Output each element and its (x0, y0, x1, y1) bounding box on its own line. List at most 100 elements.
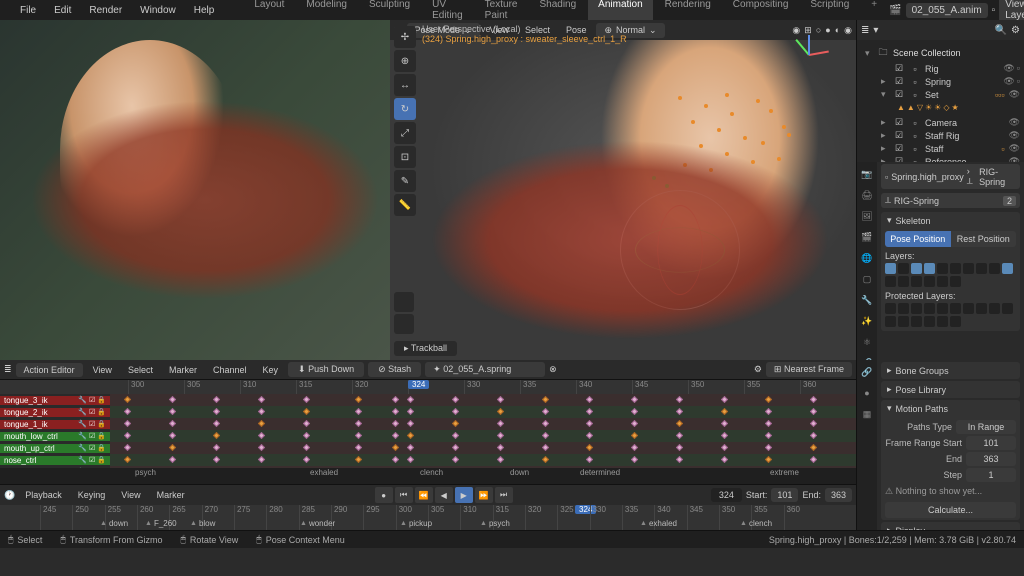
play-rev-button[interactable]: ◀ (435, 487, 453, 503)
outliner-rig[interactable]: ☑▫Rig👁▫ (861, 62, 1020, 75)
outliner-search-icon[interactable]: 🔍 (995, 25, 1007, 36)
eye-icon[interactable]: 👁 (1003, 63, 1014, 74)
menu-window[interactable]: Window (132, 2, 184, 19)
tool-select[interactable]: ✢ (394, 26, 416, 48)
prop-tab-particle[interactable]: ✨ (857, 311, 877, 331)
tool-move[interactable]: ↔ (394, 74, 416, 96)
dope-marker-menu[interactable]: Marker (163, 363, 203, 377)
action-editor-mode[interactable]: Action Editor (16, 363, 83, 377)
channel-row[interactable]: mouth_low_ctrl🔧☑🔒 (0, 430, 856, 442)
channel-row[interactable]: nose_ctrl🔧☑🔒 (0, 454, 856, 466)
outliner-scene-collection[interactable]: ▾🗀Scene Collection (861, 44, 1020, 62)
prop-tab-material[interactable]: ● (857, 383, 877, 403)
channel-row[interactable]: tongue_2_ik🔧☑🔒 (0, 406, 856, 418)
prop-tab-texture[interactable]: ▦ (857, 404, 877, 424)
viewport-3d[interactable]: ▦ Pose Mode ⌄ View Select Pose ⊕ Normal … (390, 20, 856, 360)
current-frame-field[interactable]: 324 (711, 488, 742, 502)
paths-type-field[interactable]: In Range (956, 420, 1016, 434)
jump-start-button[interactable]: ⏮ (395, 487, 413, 503)
tool-measure[interactable]: 📏 (394, 194, 416, 216)
prop-datablock[interactable]: ⟂ RIG-Spring2 (881, 193, 1020, 208)
eye-icon[interactable]: 👁 (1009, 117, 1020, 128)
scene-selector[interactable]: 02_055_A.anim (906, 3, 988, 18)
prop-tab-modifier[interactable]: 🔧 (857, 290, 877, 310)
shading-render-icon[interactable]: ◉ (844, 25, 852, 36)
dope-ruler[interactable]: 300305 310315 320325 330335 340345 35035… (0, 380, 856, 394)
dope-key-menu[interactable]: Key (257, 363, 285, 377)
dope-select-menu[interactable]: Select (122, 363, 159, 377)
stash-button[interactable]: ⊘ Stash (368, 362, 421, 377)
eye-icon[interactable]: 👁 (1009, 130, 1020, 141)
fake-user-icon[interactable]: ⊗ (549, 364, 557, 375)
outliner-staffrig[interactable]: ▸☑▫Staff Rig👁 (861, 129, 1020, 142)
tool-transform[interactable]: ⊡ (394, 146, 416, 168)
outliner-camera[interactable]: ▸☑▫Camera👁 (861, 116, 1020, 129)
channel-row[interactable]: tongue_1_ik🔧☑🔒 (0, 418, 856, 430)
prev-key-button[interactable]: ⏪ (415, 487, 433, 503)
tl-keying-menu[interactable]: Keying (72, 488, 112, 502)
outliner-type-icon[interactable]: ≣ (861, 25, 869, 36)
rotation-manipulator[interactable] (620, 190, 740, 310)
panel-pose-library[interactable]: ▸ Pose Library (881, 381, 1020, 398)
next-key-button[interactable]: ⏩ (475, 487, 493, 503)
tool-extra-1[interactable] (394, 292, 414, 312)
armature-layers[interactable] (885, 261, 1016, 289)
channel-row[interactable]: mouth_up_ctrl🔧☑🔒 (0, 442, 856, 454)
panel-skeleton[interactable]: ▾ Skeleton (881, 212, 1020, 229)
push-down-button[interactable]: ⬇ Push Down (288, 362, 364, 377)
tl-playback-menu[interactable]: Playback (19, 488, 68, 502)
snap-selector[interactable]: ⊞ Nearest Frame (766, 362, 852, 377)
tl-marker-menu[interactable]: Marker (151, 488, 191, 502)
panel-bone-groups[interactable]: ▸ Bone Groups (881, 362, 1020, 379)
render-icon[interactable]: ▫ (1017, 76, 1020, 87)
menu-edit[interactable]: Edit (46, 2, 79, 19)
tool-annotate[interactable]: ✎ (394, 170, 416, 192)
prop-tab-object[interactable]: ▢ (857, 269, 877, 289)
eye-icon[interactable]: 👁 (1003, 76, 1014, 87)
render-icon[interactable]: ▫ (1017, 63, 1020, 74)
outliner-spring[interactable]: ▸☑▫Spring👁▫ (861, 75, 1020, 88)
autokey-button[interactable]: ● (375, 487, 393, 503)
prop-breadcrumb[interactable]: ▫ Spring.high_proxy › ⟂ RIG-Spring (881, 164, 1020, 189)
frame-end-field[interactable]: 363 (966, 452, 1016, 466)
outliner-staff[interactable]: ▸☑▫Staff▫👁 (861, 142, 1020, 155)
tool-extra-2[interactable] (394, 314, 414, 334)
dope-view-menu[interactable]: View (87, 363, 118, 377)
prop-tab-output[interactable]: 🖨 (857, 185, 877, 205)
step-field[interactable]: 1 (966, 468, 1016, 482)
panel-motion-paths[interactable]: ▾ Motion Paths (881, 400, 1020, 417)
outliner-set[interactable]: ▾☑▫Set▫▫▫👁 (861, 88, 1020, 101)
panel-display[interactable]: ▸ Display (881, 522, 1020, 530)
end-frame-field[interactable]: 363 (825, 488, 852, 502)
tool-cursor[interactable]: ⊕ (394, 50, 416, 72)
eye-icon[interactable]: 👁 (1009, 143, 1020, 154)
outliner-filter-icon[interactable]: ▾ (873, 25, 878, 36)
frame-start-field[interactable]: 101 (966, 436, 1016, 450)
jump-end-button[interactable]: ⏭ (495, 487, 513, 503)
channel-row[interactable]: tongue_3_ik🔧☑🔒 (0, 394, 856, 406)
protected-layers[interactable] (885, 301, 1016, 329)
timeline-ruler[interactable]: 324 245250255260265270275280285290295300… (0, 505, 856, 530)
prop-tab-bone-constraint[interactable]: 🔗 (857, 362, 877, 382)
shading-matcap-icon[interactable]: ◐ (835, 25, 840, 35)
menu-render[interactable]: Render (81, 2, 130, 19)
prop-tab-view[interactable]: 🖼 (857, 206, 877, 226)
calculate-button[interactable]: Calculate... (885, 502, 1016, 518)
action-selector[interactable]: ✦ 02_055_A.spring (425, 362, 545, 377)
rest-position-button[interactable]: Rest Position (951, 231, 1017, 247)
play-button[interactable]: ▶ (455, 487, 473, 503)
menu-file[interactable]: File (12, 2, 44, 19)
editor-type-icon[interactable]: ≣ (4, 364, 12, 375)
viewport-render-preview[interactable] (0, 20, 390, 360)
tl-view-menu[interactable]: View (115, 488, 146, 502)
menu-help[interactable]: Help (186, 2, 223, 19)
tool-rotate[interactable]: ↻ (394, 98, 416, 120)
filter-icon[interactable]: ⚙ (754, 364, 762, 375)
prop-tab-physics[interactable]: ⚛ (857, 332, 877, 352)
start-frame-field[interactable]: 101 (771, 488, 798, 502)
outliner-filter2-icon[interactable]: ⚙ (1011, 25, 1020, 36)
dope-channel-menu[interactable]: Channel (207, 363, 253, 377)
rig-controls[interactable] (600, 80, 856, 240)
prop-tab-world[interactable]: 🌐 (857, 248, 877, 268)
eye-icon[interactable]: 👁 (1009, 89, 1020, 100)
